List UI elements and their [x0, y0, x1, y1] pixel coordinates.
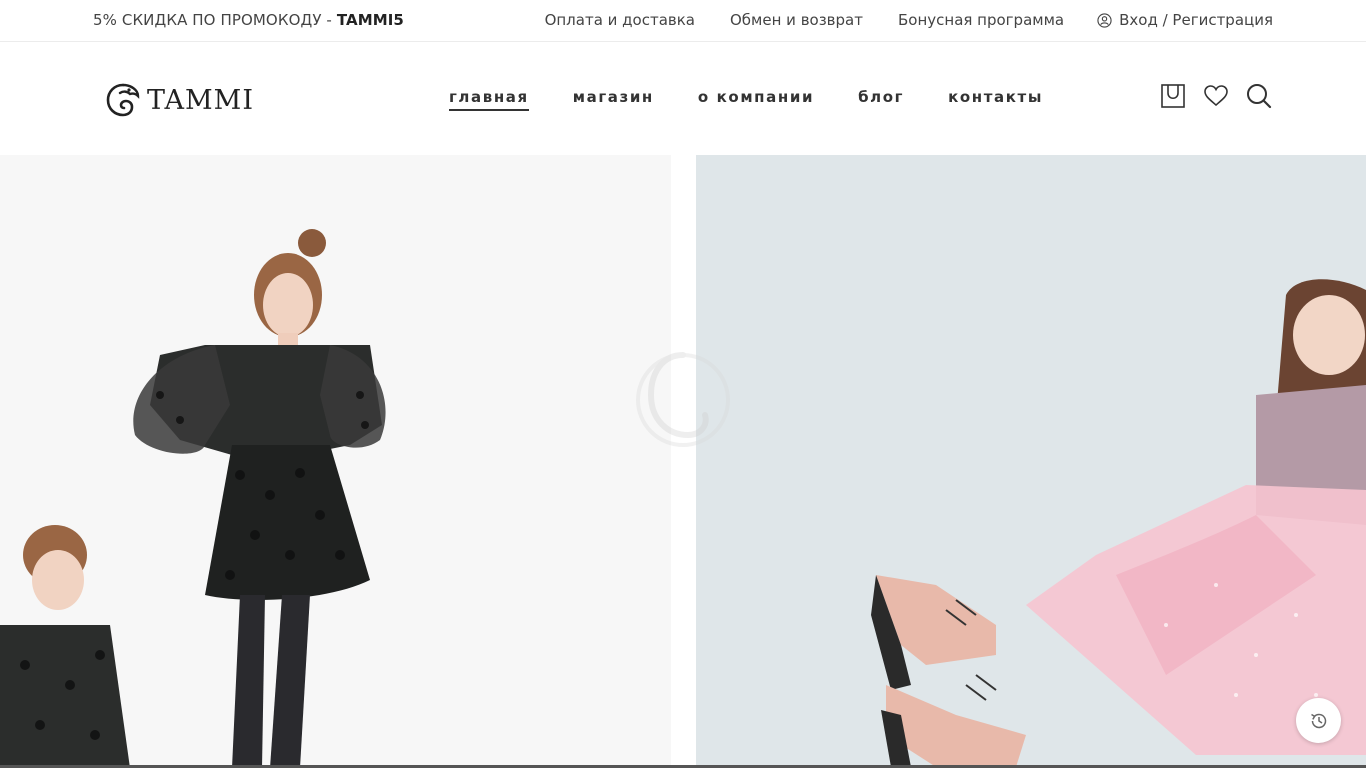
nav-home[interactable]: главная — [449, 88, 529, 111]
promo-code: TAMMI5 — [336, 11, 404, 29]
history-icon — [1310, 713, 1326, 728]
history-button[interactable] — [1296, 698, 1341, 743]
search-button[interactable] — [1246, 83, 1272, 109]
login-register-link[interactable]: Вход / Регистрация — [1097, 11, 1273, 29]
heart-icon — [1204, 85, 1228, 107]
chameleon-logo-icon — [106, 83, 140, 117]
cart-icon — [1161, 84, 1185, 108]
top-bar: 5% СКИДКА ПО ПРОМОКОДУ - TAMMI5 Оплата и… — [0, 0, 1366, 42]
hero-slider — [0, 155, 1366, 768]
cart-button[interactable] — [1160, 83, 1186, 109]
nav-blog[interactable]: блог — [858, 88, 904, 111]
girls-black-dress-image — [0, 229, 386, 768]
search-icon — [1247, 84, 1272, 109]
wishlist-button[interactable] — [1203, 84, 1229, 108]
nav-contacts[interactable]: контакты — [948, 88, 1043, 111]
main-nav: главная магазин о компании блог контакты — [449, 88, 1087, 111]
main-header: TAMMI главная магазин о компании блог ко… — [0, 42, 1366, 155]
hero-slide-left[interactable] — [0, 155, 671, 768]
nav-about[interactable]: о компании — [698, 88, 814, 111]
tammi-watermark-logo — [633, 340, 733, 459]
promo-text: 5% СКИДКА ПО ПРОМОКОДУ - — [93, 11, 337, 29]
promo-banner: 5% СКИДКА ПО ПРОМОКОДУ - TAMMI5 — [93, 11, 404, 29]
logo[interactable]: TAMMI — [105, 82, 254, 118]
link-bonus-program[interactable]: Бонусная программа — [898, 11, 1064, 29]
link-exchange-return[interactable]: Обмен и возврат — [730, 11, 863, 29]
link-payment-delivery[interactable]: Оплата и доставка — [545, 11, 695, 29]
hero-slide-right[interactable] — [696, 155, 1366, 768]
top-links: Оплата и доставка Обмен и возврат Бонусн… — [545, 11, 1273, 29]
girl-pink-skirt-image — [871, 279, 1366, 767]
user-icon — [1097, 12, 1112, 28]
nav-shop[interactable]: магазин — [573, 88, 654, 111]
login-register-label: Вход / Регистрация — [1119, 11, 1273, 29]
logo-text: TAMMI — [147, 84, 254, 116]
header-actions — [1160, 83, 1272, 109]
